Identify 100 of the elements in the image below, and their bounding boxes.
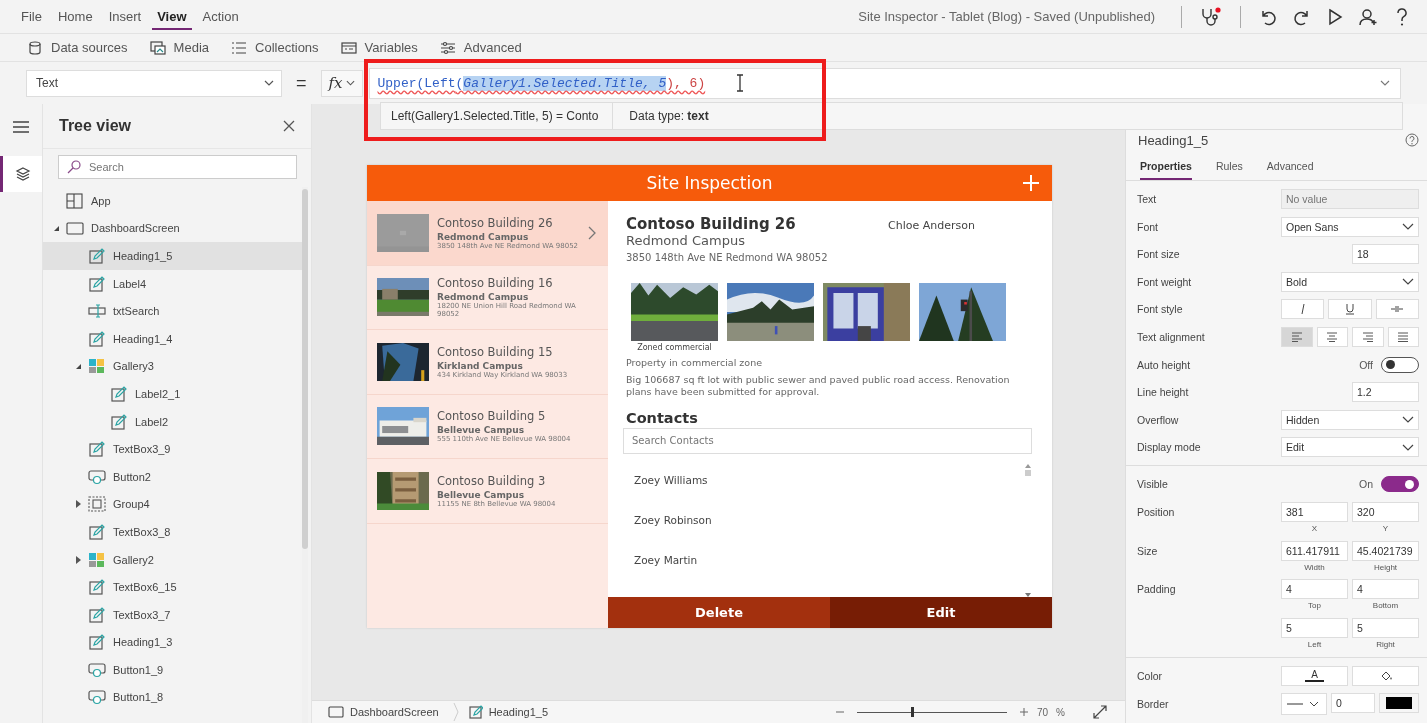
list-icon [231,40,247,55]
tree-item[interactable]: Gallery3 [43,352,302,381]
menu-tab[interactable]: File [16,3,47,30]
add-icon[interactable] [1022,174,1040,192]
zoom-in-icon[interactable] [1018,707,1029,717]
tree-item[interactable]: Heading1_5 [43,242,302,270]
tree-item[interactable]: Button1_8 [43,683,302,712]
tree-item[interactable]: TextBox3_9 [43,435,302,463]
property-label: Padding [1137,582,1177,596]
search-field[interactable]: Search [58,155,297,179]
dropdown[interactable]: Open Sans [1281,216,1419,237]
property-label: Font [1137,220,1159,233]
scrollbar[interactable] [1024,463,1032,597]
tree-item[interactable]: Heading1_4 [43,324,302,353]
expanded-caret-icon[interactable] [53,224,60,232]
number-field[interactable]: 611.417911 [1281,540,1348,561]
toolbar-button[interactable]: Media [149,40,209,55]
collapsed-caret-icon[interactable] [75,555,82,564]
dropdown[interactable]: Bold [1281,271,1419,292]
caret-icon [1402,443,1414,451]
panel-tab[interactable]: Properties [1140,156,1192,180]
delete-button[interactable]: Delete [608,597,830,628]
number-field[interactable]: 381 [1281,501,1348,522]
button-icon [88,689,106,706]
caret-icon [264,80,274,86]
edit-button[interactable]: Edit [830,597,1052,628]
tree-item[interactable]: Button1_9 [43,656,302,684]
scroll-thumb[interactable] [1025,469,1031,476]
property-label: Font style [1137,303,1184,316]
tree-item[interactable]: Label4 [43,269,302,298]
property-dropdown[interactable]: Text [26,69,282,97]
toggle-switch[interactable] [1381,356,1419,373]
caret-icon [1402,278,1414,286]
tree-item[interactable]: Heading1_3 [43,628,302,657]
align-left-button[interactable] [1281,326,1313,347]
align-right-icon [1361,331,1374,342]
toolbar-button[interactable]: Collections [231,40,319,55]
play-icon[interactable] [1327,7,1343,26]
breadcrumb[interactable]: Heading1_5 [468,703,548,721]
tree-item[interactable]: App [43,187,302,215]
fullscreen-icon[interactable] [1093,705,1107,719]
close-icon[interactable] [283,120,295,132]
tree-item[interactable]: TextBox3_8 [43,518,302,546]
toggle-switch[interactable] [1381,476,1419,493]
tree-item[interactable]: Label2_1 [43,380,302,408]
menu-tab[interactable]: Action [197,3,244,30]
tree-item[interactable]: Gallery2 [43,545,302,574]
number-field[interactable]: 1.2 [1352,382,1419,403]
toolbar-button[interactable]: Data sources [27,40,128,55]
expanded-caret-icon[interactable] [75,362,82,370]
tree-item[interactable]: txtSearch [43,297,302,325]
collapsed-caret-icon[interactable] [75,500,82,509]
tree-item[interactable]: Label2 [43,407,302,436]
panel-tab[interactable]: Advanced [1266,156,1314,180]
building-heading: Contoso Building 26 [626,215,797,233]
help-icon[interactable] [1395,6,1409,27]
tree-item[interactable]: DashboardScreen [43,214,302,243]
number-field[interactable]: 5 [1352,617,1419,638]
tree-item[interactable]: Button2 [43,462,302,491]
tree-item[interactable]: TextBox3_7 [43,600,302,629]
menu-tab[interactable]: Home [52,3,98,30]
border-color-swatch[interactable] [1379,693,1419,714]
tree-item[interactable]: Group4 [43,490,302,519]
contact-item[interactable]: Zoey Robinson [634,513,1024,526]
number-field[interactable]: 4 [1281,579,1348,600]
number-field[interactable]: 320 [1352,501,1419,522]
dropdown[interactable]: Hidden [1281,409,1419,430]
toolbar-button[interactable]: Variables [340,40,418,55]
number-field[interactable]: 4 [1352,579,1419,600]
fill-color-button[interactable] [1352,665,1419,686]
number-field[interactable]: 18 [1352,244,1419,265]
layers-tab[interactable] [0,156,42,192]
stethoscope-icon[interactable] [1200,6,1222,27]
expand-icon[interactable] [1380,80,1390,86]
number-field[interactable]: 5 [1281,617,1348,638]
menu-tab[interactable]: View [152,3,192,30]
scroll-up-icon[interactable] [1025,463,1031,468]
menu-icon[interactable] [12,120,30,134]
slider-thumb[interactable] [911,707,915,717]
menu-tab[interactable]: Insert [103,3,147,30]
toolbar-button[interactable]: Advanced [439,40,522,55]
contact-item[interactable]: Zoey Martin [634,553,1024,566]
panel-tab[interactable]: Rules [1215,156,1243,180]
text-color-button[interactable]: A [1281,665,1348,686]
contact-item[interactable]: Zoey Williams [634,473,1024,486]
breadcrumb[interactable]: DashboardScreen [328,703,459,721]
tree-item[interactable]: TextBox6_15 [43,573,302,601]
number-field[interactable]: 45.4021739 [1352,540,1419,561]
dropdown[interactable]: Edit [1281,437,1419,458]
function-button[interactable]: fx [320,69,363,97]
formula-field[interactable]: Upper(Left(Gallery1.Selected.Title, 5), 6) [368,67,1401,99]
add-user-icon[interactable] [1359,7,1379,26]
field-caption: X [1311,523,1318,533]
number-field[interactable]: 0 [1331,693,1375,714]
text-cursor-icon [735,74,746,92]
underline-button[interactable] [1328,299,1372,320]
strikethrough-button[interactable] [1375,299,1419,320]
border-style-dropdown[interactable] [1281,693,1327,716]
label-icon [88,634,106,651]
contacts-search-field[interactable]: Search Contacts [623,427,1032,454]
